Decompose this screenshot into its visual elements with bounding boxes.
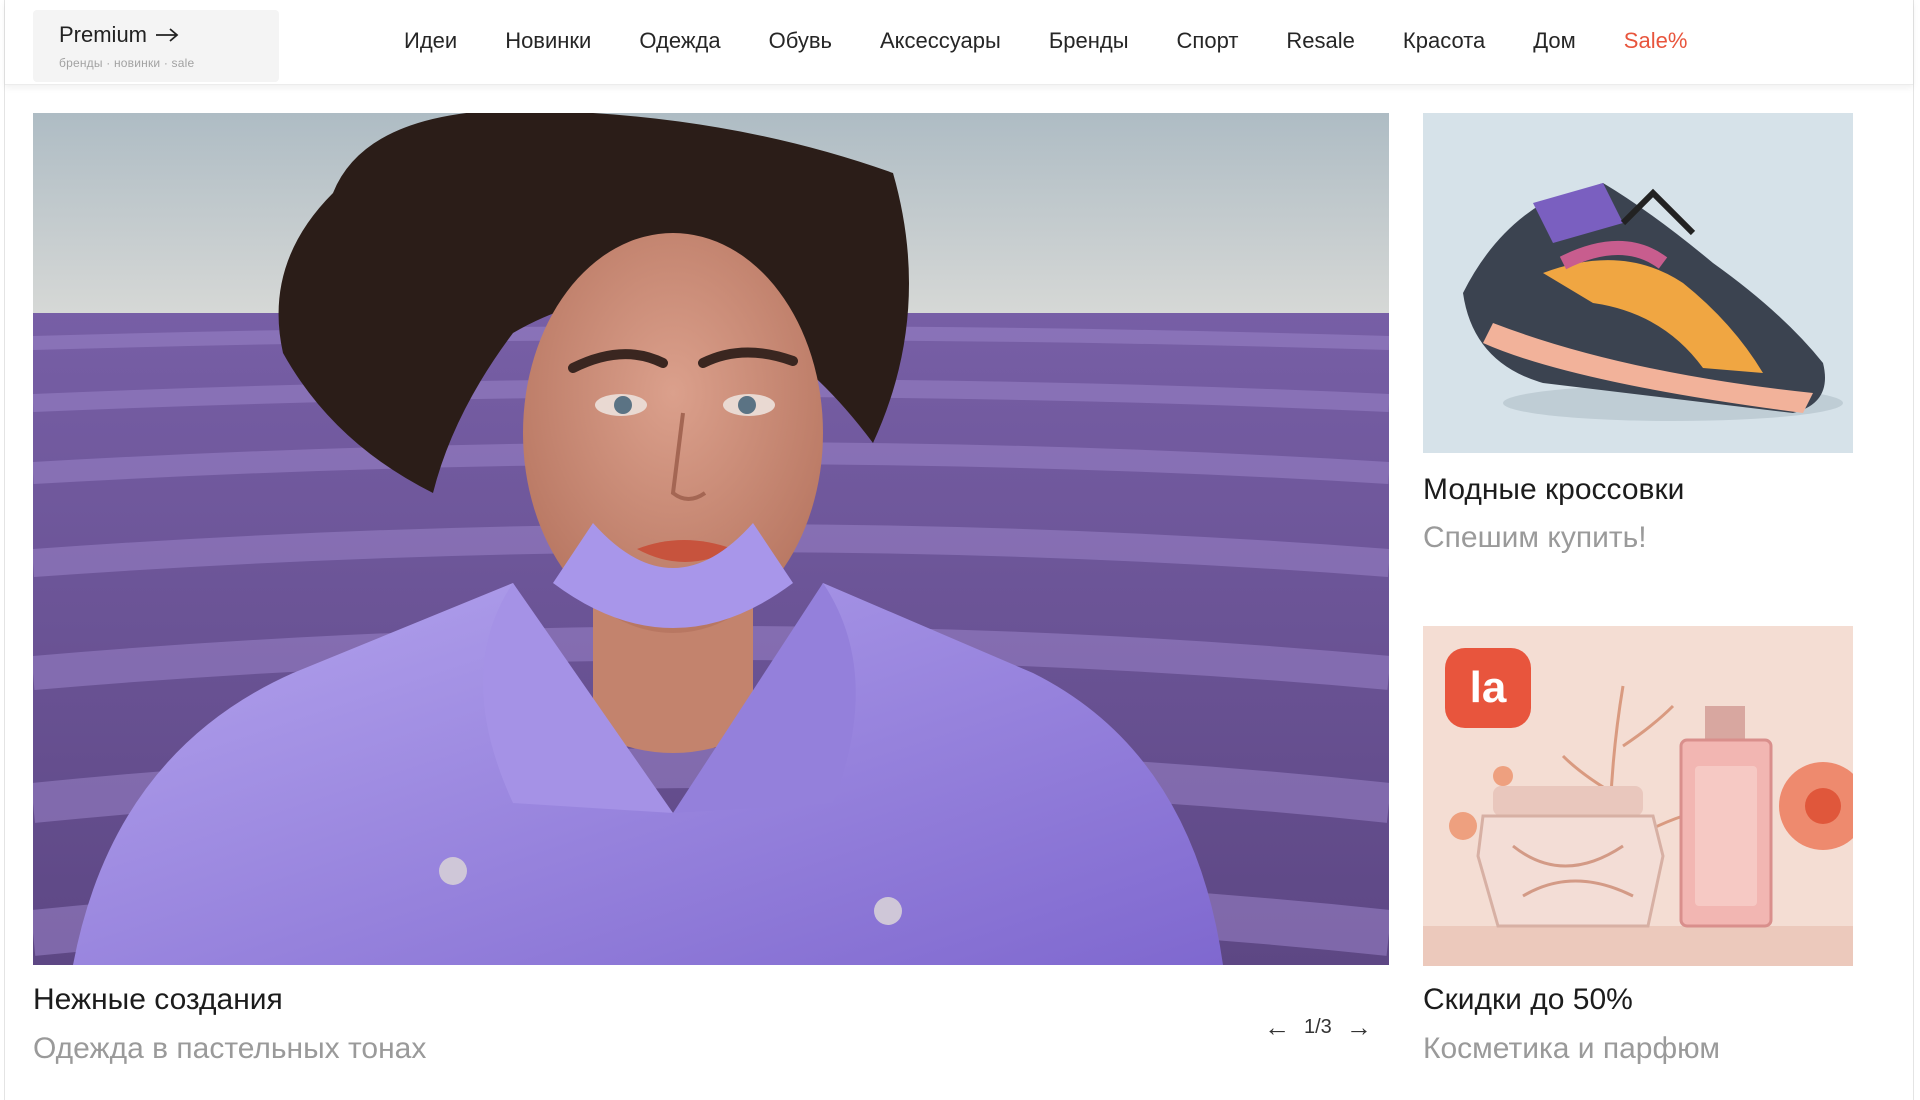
nav-shoes[interactable]: Обувь	[769, 28, 832, 62]
main-nav: Идеи Новинки Одежда Обувь Аксессуары Бре…	[404, 28, 1687, 62]
cosmetics-promo-image[interactable]: la	[1423, 626, 1853, 966]
arrow-right-icon[interactable]: →	[1346, 1014, 1372, 1040]
card-sneakers-title[interactable]: Модные кроссовки	[1423, 473, 1684, 507]
card-cosmetics-subtitle: Косметика и парфюм	[1423, 1032, 1720, 1065]
nav-resale[interactable]: Resale	[1286, 28, 1354, 62]
card-sneakers-subtitle: Спешим купить!	[1423, 521, 1647, 554]
carousel-pager: ← 1/3 →	[1264, 1012, 1372, 1042]
top-header: Premium бренды · новинки · sale Идеи Нов…	[5, 0, 1913, 85]
nav-new[interactable]: Новинки	[505, 28, 591, 62]
premium-subtitle: бренды · новинки · sale	[59, 56, 195, 70]
hero-subtitle: Одежда в пастельных тонах	[33, 1032, 427, 1065]
premium-title: Premium	[59, 22, 148, 47]
arrow-right-icon	[155, 22, 179, 48]
sneaker-promo-image[interactable]	[1423, 113, 1853, 453]
nav-sale[interactable]: Sale%	[1624, 28, 1688, 62]
hero-banner-image[interactable]	[33, 113, 1389, 965]
nav-ideas[interactable]: Идеи	[404, 28, 457, 62]
nav-accessories[interactable]: Аксессуары	[880, 28, 1001, 62]
nav-beauty[interactable]: Красота	[1403, 28, 1485, 62]
hero-title[interactable]: Нежные создания	[33, 983, 283, 1017]
nav-home[interactable]: Дом	[1533, 28, 1576, 62]
brand-badge-text: la	[1469, 663, 1507, 712]
pager-counter: 1/3	[1304, 1015, 1332, 1038]
arrow-left-icon[interactable]: ←	[1264, 1014, 1290, 1040]
nav-brands[interactable]: Бренды	[1049, 28, 1129, 62]
nav-clothing[interactable]: Одежда	[639, 28, 720, 62]
card-cosmetics-title[interactable]: Скидки до 50%	[1423, 983, 1633, 1017]
premium-link[interactable]: Premium бренды · новинки · sale	[33, 10, 279, 82]
brand-badge: la	[1445, 648, 1531, 728]
nav-sport[interactable]: Спорт	[1177, 28, 1239, 62]
